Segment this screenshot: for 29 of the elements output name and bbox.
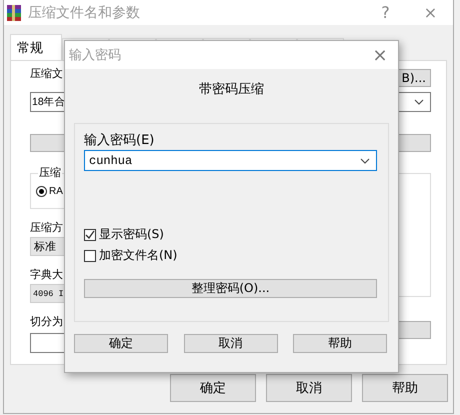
check-icon <box>85 230 95 240</box>
dialog-button[interactable]: 帮助 <box>362 374 448 402</box>
chevron-icon <box>360 158 370 164</box>
chevron-icon <box>414 99 424 105</box>
browse-button[interactable]: B)... <box>396 69 431 87</box>
field-label: 压缩方 <box>30 221 63 235</box>
checkbox[interactable]: 加密文件名(N) <box>84 245 377 266</box>
window-title: 压缩文件名和参数 <box>28 4 140 22</box>
format-radio[interactable]: RA <box>36 186 229 197</box>
group-label: 压缩 <box>38 166 62 180</box>
close-button[interactable]: × <box>408 3 453 22</box>
password-field[interactable]: cunhua <box>84 150 377 171</box>
dialog-button[interactable]: 取消 <box>184 334 278 353</box>
close-button[interactable]: × <box>362 44 398 66</box>
books-icon <box>6 4 23 22</box>
dialog-button[interactable]: 确定 <box>74 334 168 353</box>
field-label: 切分为 <box>30 315 63 329</box>
dialog-button[interactable]: 确定 <box>170 374 256 402</box>
field-label: 字典大 <box>30 268 63 282</box>
checkbox[interactable]: 显示密码(S) <box>84 224 377 245</box>
tab[interactable]: 常规 <box>10 34 62 60</box>
organize-passwords-button[interactable]: 整理密码(O)... <box>84 279 377 298</box>
dialog-button[interactable]: 帮助 <box>293 334 387 353</box>
help-button[interactable]: ? <box>363 3 408 22</box>
dialog-heading: 带密码压缩 <box>198 81 265 98</box>
field-label: 输入密码(E) <box>84 134 154 148</box>
dialog-button[interactable]: 取消 <box>266 374 352 402</box>
dialog-title: 输入密码 <box>69 47 121 64</box>
field-label: 压缩文 <box>30 67 63 81</box>
